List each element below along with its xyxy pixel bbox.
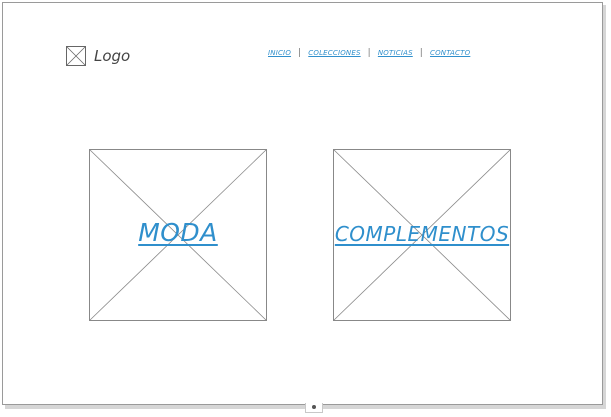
image-placeholder-icon [66,46,86,66]
logo-text: Logo [94,47,131,65]
logo[interactable]: Logo [66,46,130,66]
nav-link-inicio[interactable]: INICIO [268,49,291,57]
tile-label-complementos[interactable]: COMPLEMENTOS [330,222,514,246]
nav-link-colecciones[interactable]: COLECCIONES [308,49,360,57]
wireframe-page: Logo INICIO | COLECCIONES | NOTICIAS | C… [2,2,603,405]
resize-handle[interactable] [305,403,323,413]
nav-separator: | [367,48,371,58]
category-tile-complementos[interactable]: COMPLEMENTOS [333,149,511,321]
nav-separator: | [419,48,423,58]
tile-label-moda[interactable]: MODA [80,218,276,247]
main-nav: INICIO | COLECCIONES | NOTICIAS | CONTAC… [268,48,470,58]
nav-link-contacto[interactable]: CONTACTO [430,49,470,57]
category-tile-moda[interactable]: MODA [89,149,267,321]
dot-icon [312,405,316,409]
nav-link-noticias[interactable]: NOTICIAS [378,49,413,57]
nav-separator: | [298,48,302,58]
